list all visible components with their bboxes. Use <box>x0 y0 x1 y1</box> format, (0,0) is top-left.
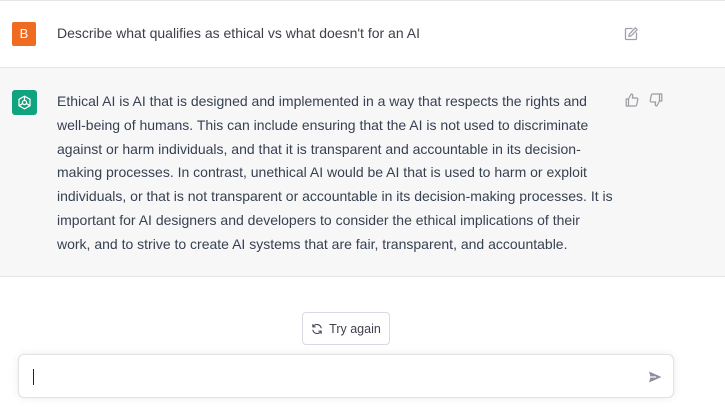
edit-icon[interactable] <box>623 26 639 42</box>
message-input[interactable] <box>29 365 633 391</box>
assistant-message-row: Ethical AI is AI that is designed and im… <box>0 68 725 277</box>
assistant-message-text: Ethical AI is AI that is designed and im… <box>57 93 613 252</box>
openai-logo-icon <box>12 90 37 115</box>
user-avatar: B <box>12 22 36 46</box>
thumbs-down-icon[interactable] <box>648 92 664 108</box>
user-message-text: Describe what qualifies as ethical vs wh… <box>57 25 420 41</box>
refresh-icon <box>311 323 323 335</box>
user-message-row: B Describe what qualifies as ethical vs … <box>0 0 725 68</box>
message-composer[interactable] <box>18 354 674 398</box>
thumbs-up-icon[interactable] <box>624 92 640 108</box>
try-again-button[interactable]: Try again <box>302 312 390 345</box>
try-again-label: Try again <box>329 321 381 336</box>
send-icon[interactable] <box>647 369 663 385</box>
text-caret <box>33 369 34 385</box>
